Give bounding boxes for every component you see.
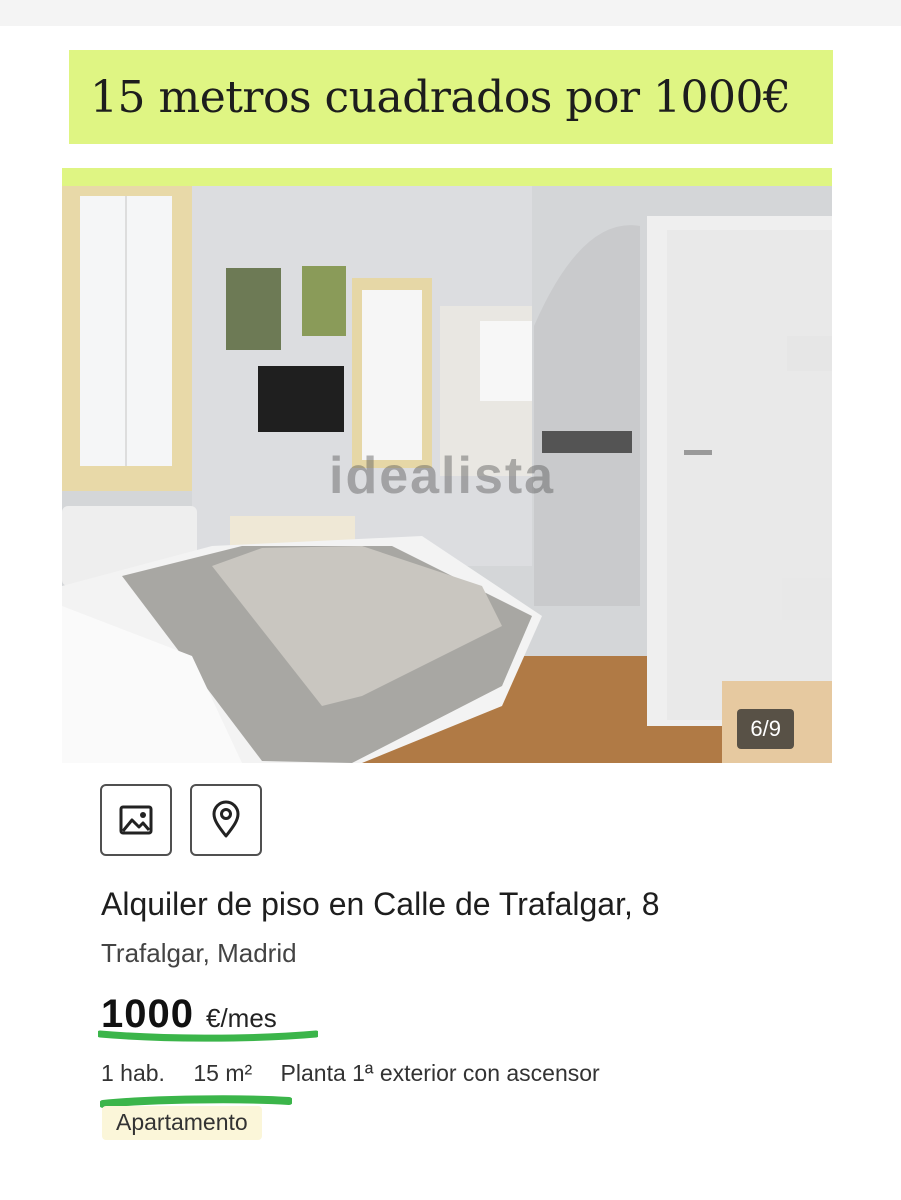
headline-text: 15 metros cuadrados por 1000€ <box>90 71 791 123</box>
photo-watermark: idealista <box>329 447 556 505</box>
headline-banner: 15 metros cuadrados por 1000€ <box>69 50 833 144</box>
feature-area: 15 m² <box>193 1060 253 1086</box>
listing-features: 1 hab. 15 m² Planta 1ª exterior con asce… <box>101 1060 622 1087</box>
map-pin-icon <box>212 800 240 838</box>
listing-location: Trafalgar, Madrid <box>101 938 297 968</box>
image-icon <box>119 805 153 835</box>
feature-floor: Planta 1ª exterior con ascensor <box>280 1060 600 1086</box>
listing-photo[interactable]: idealista 6/9 <box>62 186 832 763</box>
photo-counter: 6/9 <box>737 709 794 749</box>
highlight-strip <box>62 168 832 188</box>
property-type-tag: Apartamento <box>102 1106 262 1140</box>
map-button[interactable] <box>190 784 262 856</box>
price-marker-underline <box>98 1030 318 1042</box>
listing-title[interactable]: Alquiler de piso en Calle de Trafalgar, … <box>101 886 660 923</box>
feature-rooms: 1 hab. <box>101 1060 165 1086</box>
status-bar <box>0 0 901 26</box>
photos-button[interactable] <box>100 784 172 856</box>
